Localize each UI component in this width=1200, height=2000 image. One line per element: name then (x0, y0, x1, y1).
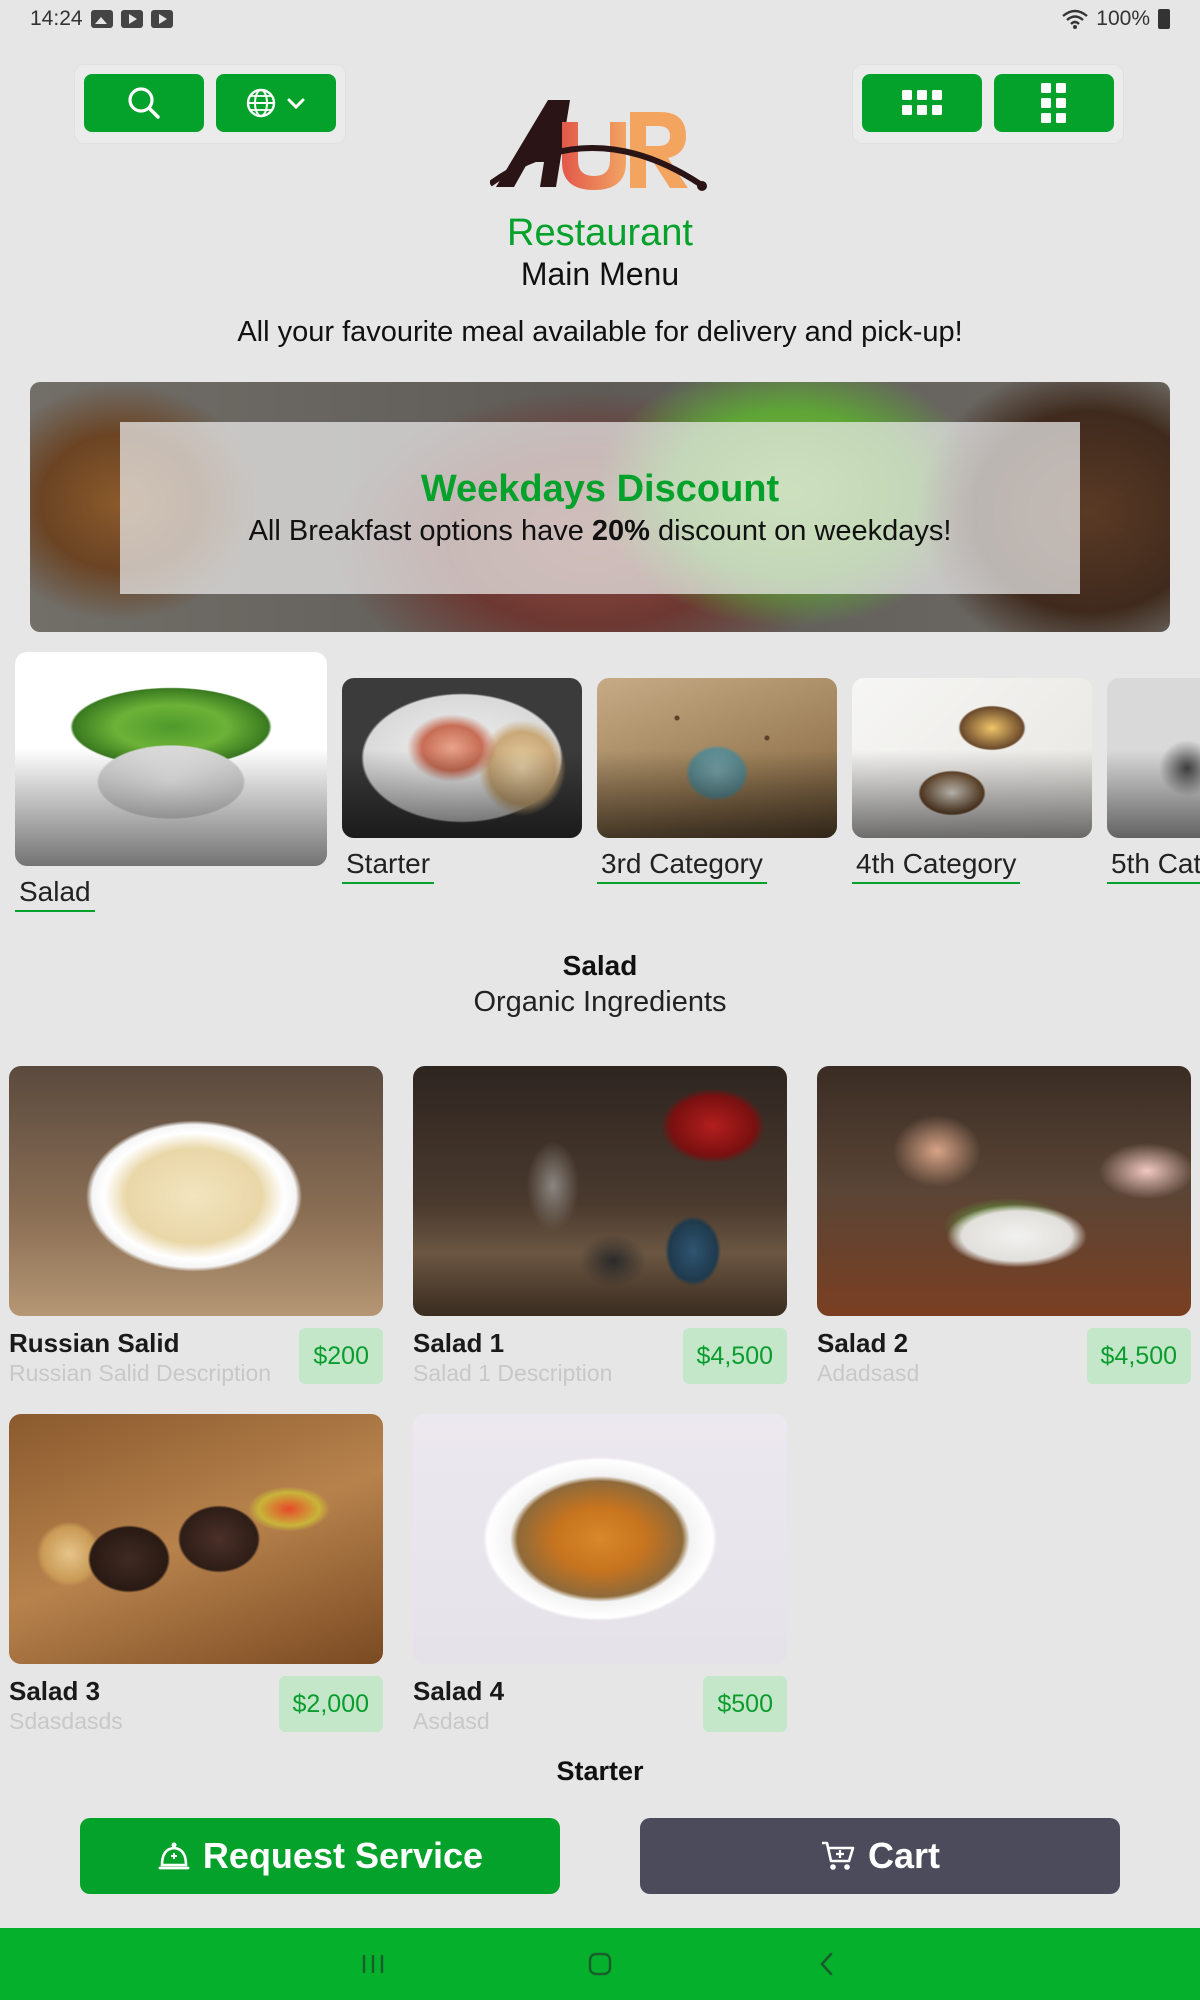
discount-banner[interactable]: Weekdays Discount All Breakfast options … (30, 382, 1170, 632)
status-bar: 14:24 100% (0, 0, 1200, 38)
restaurant-logo (490, 100, 707, 191)
top-right-button-group (852, 64, 1124, 144)
menu-item-price[interactable]: $4,500 (1086, 1328, 1191, 1384)
banner-text-after: discount on weekdays! (649, 515, 952, 547)
gallery-notification-icon (90, 10, 113, 28)
menu-item-price[interactable]: $2,000 (278, 1676, 383, 1732)
menu-item-description: Sdasdasds (9, 1708, 123, 1734)
menu-item-name: Russian Salid (9, 1328, 180, 1358)
menu-item-description: Russian Salid Description (9, 1360, 272, 1386)
chevron-down-icon (287, 98, 305, 110)
status-left: 14:24 (30, 7, 173, 31)
back-button[interactable] (807, 1944, 847, 1984)
cart-label: Cart (867, 1835, 941, 1876)
battery-percent: 100% (1096, 7, 1150, 30)
menu-item-description: Adadsasd (817, 1360, 920, 1386)
menu-item-russian-salid[interactable]: Russian Salid Russian Salid Description … (9, 1066, 383, 1386)
globe-icon (246, 88, 276, 118)
system-nav-bar (0, 1928, 1200, 2000)
category-starter-label: Starter (342, 848, 435, 884)
category-salad-label: Salad (15, 876, 95, 912)
grid-view-button[interactable] (862, 74, 982, 132)
back-icon (819, 1952, 832, 1976)
menu-item-salad-4[interactable]: Salad 4 Asdasd $500 (413, 1414, 787, 1734)
request-service-label: Request Service (202, 1835, 484, 1876)
menu-item-name: Salad 3 (9, 1676, 101, 1706)
category-3rd-image (597, 678, 837, 838)
recents-icon (363, 1955, 384, 1973)
home-icon (588, 1952, 612, 1976)
category-5th[interactable]: 5th Cat (1107, 678, 1200, 884)
menu-item-image (817, 1066, 1191, 1316)
category-4th-label: 4th Category (852, 848, 1021, 884)
menu-item-description: Salad 1 Description (413, 1360, 613, 1386)
cart-button[interactable]: Cart (640, 1818, 1120, 1894)
tagline: All your favourite meal available for de… (237, 316, 963, 348)
category-3rd-label: 3rd Category (597, 848, 767, 884)
battery-icon (1158, 9, 1170, 29)
brand-name: Restaurant (507, 212, 693, 254)
youtube-notification-icon (120, 10, 143, 28)
banner-highlight: 20% (591, 515, 650, 547)
recents-button[interactable] (353, 1944, 393, 1984)
menu-item-price[interactable]: $500 (703, 1676, 787, 1732)
menu-item-name: Salad 4 (413, 1676, 505, 1706)
banner-overlay: Weekdays Discount All Breakfast options … (120, 422, 1080, 594)
wifi-icon (1062, 9, 1089, 29)
grid-icon (902, 90, 942, 115)
menu-item-name: Salad 1 (413, 1328, 505, 1358)
next-section-title: Starter (556, 1756, 644, 1786)
cart-icon (821, 1841, 855, 1870)
menu-item-salad-1[interactable]: Salad 1 Salad 1 Description $4,500 (413, 1066, 787, 1386)
category-carousel[interactable]: Salad Starter 3rd Category 4th Category … (0, 650, 1200, 920)
banner-title: Weekdays Discount (420, 468, 780, 510)
section-title: Salad (562, 950, 638, 981)
banner-text: All Breakfast options have 20% discount … (249, 515, 952, 548)
search-icon (128, 87, 160, 119)
menu-item-image (413, 1414, 787, 1664)
category-starter[interactable]: Starter (342, 678, 582, 884)
menu-item-salad-2[interactable]: Salad 2 Adadsasd $4,500 (817, 1066, 1191, 1386)
section-subtitle: Organic Ingredients (473, 986, 727, 1018)
status-right: 100% (1062, 7, 1170, 31)
menu-item-image (413, 1066, 787, 1316)
language-button[interactable] (216, 74, 336, 132)
menu-item-image (9, 1414, 383, 1664)
menu-item-price[interactable]: $200 (299, 1328, 383, 1384)
home-button[interactable] (580, 1944, 620, 1984)
status-time: 14:24 (30, 7, 83, 30)
menu-item-salad-3[interactable]: Salad 3 Sdasdasds $2,000 (9, 1414, 383, 1734)
search-button[interactable] (84, 74, 204, 132)
category-salad[interactable]: Salad (15, 652, 327, 912)
category-salad-image (15, 652, 327, 866)
request-service-button[interactable]: Request Service (80, 1818, 560, 1894)
category-5th-image (1107, 678, 1200, 838)
menu-title: Main Menu (520, 256, 680, 292)
category-4th[interactable]: 4th Category (852, 678, 1092, 884)
list-view-button[interactable] (994, 74, 1114, 132)
menu-item-name: Salad 2 (817, 1328, 909, 1358)
menu-item-price[interactable]: $4,500 (682, 1328, 787, 1384)
category-5th-label: 5th Cat (1107, 848, 1200, 884)
top-left-button-group (74, 64, 346, 144)
menu-item-image (9, 1066, 383, 1316)
category-3rd[interactable]: 3rd Category (597, 678, 837, 884)
category-4th-image (852, 678, 1092, 838)
banner-text-before: All Breakfast options have (248, 515, 592, 547)
apps-icon (1041, 83, 1066, 123)
youtube-notification-icon-2 (150, 10, 173, 28)
bell-service-icon (158, 1842, 190, 1870)
category-starter-image (342, 678, 582, 838)
menu-item-description: Asdasd (413, 1708, 490, 1734)
